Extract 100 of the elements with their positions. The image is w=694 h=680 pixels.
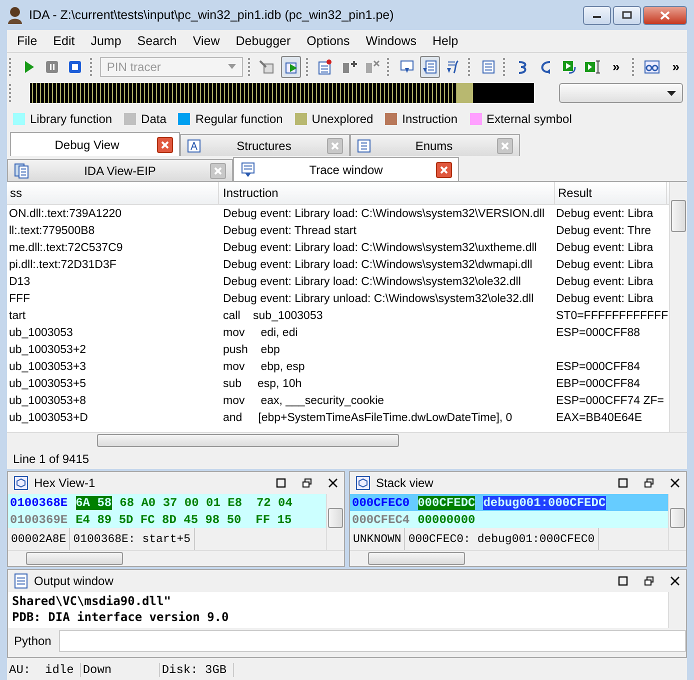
- menu-item[interactable]: File: [9, 34, 46, 48]
- menu-item[interactable]: View: [184, 34, 228, 48]
- maximize-button[interactable]: [613, 6, 641, 24]
- list-arrow-icon: [422, 58, 438, 74]
- table-cell-text: mov eax, ___security_cookie: [222, 394, 386, 406]
- tab[interactable]: IDA View-EIP: [7, 159, 233, 181]
- toolbar-button[interactable]: [280, 56, 301, 78]
- box-arrow-icon: [560, 58, 577, 74]
- menu-item[interactable]: Options: [298, 34, 358, 48]
- menu-item[interactable]: Help: [424, 34, 466, 48]
- hexagon-icon: [356, 476, 370, 490]
- close-icon[interactable]: [328, 478, 338, 488]
- segment-dropdown[interactable]: [559, 83, 683, 103]
- maximize-icon[interactable]: [618, 576, 628, 586]
- table-cell-text: Debug event: Library load: C:\Windows\system32\uxtheme.dll: [222, 242, 538, 254]
- status-field: Down: [80, 663, 160, 677]
- pinned-list-icon: [317, 58, 334, 74]
- vertical-scrollbar[interactable]: [668, 494, 686, 550]
- hex-bytes: E4 89 5D FC 8D 45 98 50 FF 15: [76, 512, 292, 526]
- stack-row[interactable]: 000CFEC4 00000000: [350, 511, 476, 528]
- legend-label: Data: [141, 112, 166, 126]
- panel-title: Hex View-1: [34, 476, 96, 490]
- table-cell-text: ESP=000CFF88: [555, 326, 642, 338]
- maximize-icon[interactable]: [618, 478, 628, 488]
- legend-label: External symbol: [486, 112, 572, 126]
- close-icon[interactable]: [670, 576, 680, 586]
- hexagon-icon: [14, 476, 28, 490]
- table-cell-text: and [ebp+SystemTimeAsFileTime.dwLowDateTime], 0: [222, 412, 514, 424]
- hex-address: 0100369E: [10, 512, 68, 526]
- vertical-scrollbar[interactable]: [668, 592, 686, 628]
- vertical-scrollbar[interactable]: [326, 494, 344, 550]
- menu-item[interactable]: Debugger: [228, 34, 299, 48]
- restore-icon[interactable]: [644, 576, 654, 586]
- column-header[interactable]: Instruction: [219, 182, 555, 204]
- table-cell-text: Debug event: Library load: C:\Windows\system32\ole32.dll: [222, 276, 522, 288]
- menu-item[interactable]: Windows: [358, 34, 424, 48]
- selected-row[interactable]: 000CFEC0 000CFEDC debug001:000CFEDC: [350, 494, 668, 511]
- column-header[interactable]: ss: [7, 182, 219, 204]
- table-cell-text: mov edi, edi: [222, 326, 299, 338]
- more-button[interactable]: »: [664, 56, 687, 78]
- horizontal-scrollbar[interactable]: [350, 550, 686, 566]
- document-icon: [14, 162, 30, 178]
- column-header[interactable]: Result: [555, 182, 667, 204]
- navigation-band[interactable]: [30, 83, 534, 103]
- menu-item[interactable]: Edit: [45, 34, 83, 48]
- table-cell-text: D13: [8, 276, 32, 288]
- close-icon: [161, 140, 169, 148]
- close-icon[interactable]: [670, 478, 680, 488]
- tab-close-button[interactable]: [436, 162, 452, 178]
- input-label: Python: [14, 634, 52, 648]
- table-cell-text: sub esp, 10h: [222, 378, 303, 390]
- menu-item[interactable]: Jump: [82, 34, 130, 48]
- table-cell-text: Debug event: Libra: [555, 276, 654, 288]
- table-cell-text: Debug event: Library load: C:\Windows\system32\dwmapi.dll: [222, 258, 534, 270]
- window-title: IDA - Z:\current\tests\input\pc_win32_pin1.idb (pc_win32_pin1.pe): [29, 8, 394, 22]
- restore-icon[interactable]: [644, 478, 654, 488]
- table-cell-text: Debug event: Libra: [555, 292, 654, 304]
- restore-icon[interactable]: [302, 478, 312, 488]
- table-cell-text: EAX=BB40E64E: [555, 412, 643, 424]
- stop-icon: [67, 58, 84, 74]
- panel-title: Stack view: [376, 476, 434, 490]
- table-cell-text: ub_1003053+2: [8, 344, 88, 356]
- document-icon: [14, 573, 28, 589]
- tab[interactable]: Debug View: [10, 132, 180, 156]
- table-cell-text: me.dll:.text:72C537C9: [8, 242, 124, 254]
- caret-icon: [667, 90, 676, 96]
- maximize-icon[interactable]: [276, 478, 286, 488]
- table-cell-text: call sub_1003053: [222, 310, 324, 322]
- menu-item[interactable]: Search: [129, 34, 185, 48]
- command-field[interactable]: [59, 630, 686, 652]
- structure-icon: [187, 138, 201, 152]
- table-cell-text: Debug event: Libra: [555, 258, 654, 270]
- tab[interactable]: Enums: [350, 134, 520, 156]
- table-cell: ST0=FFFFFFFFFFFF: [555, 310, 667, 322]
- close-icon: [214, 166, 222, 174]
- box-arrow-icon: [259, 58, 276, 74]
- table-cell-text: EBP=000CFF84: [555, 378, 642, 390]
- caret-icon: [228, 64, 236, 69]
- close-icon: [331, 142, 339, 150]
- table-cell-text: Debug event: Library load: C:\Windows\system32\VERSION.dll: [222, 208, 546, 220]
- table-cell-text: Debug event: Libra: [555, 208, 654, 220]
- glasses-icon: [644, 58, 660, 74]
- close-icon: [660, 10, 670, 20]
- pause-icon: [44, 58, 60, 74]
- tab[interactable]: Structures: [180, 134, 350, 156]
- function-arrow-icon: [444, 58, 461, 74]
- table-cell-text: ub_1003053+8: [8, 394, 88, 406]
- minimize-button[interactable]: [583, 6, 611, 24]
- window-arrow-icon: [398, 58, 415, 74]
- app-icon: [7, 6, 23, 24]
- tab[interactable]: Trace window: [233, 157, 459, 181]
- vertical-scrollbar[interactable]: [669, 182, 687, 432]
- close-button[interactable]: [643, 6, 687, 24]
- horizontal-scrollbar[interactable]: [7, 432, 687, 448]
- legend-label: Instruction: [402, 112, 458, 126]
- horizontal-scrollbar[interactable]: [8, 550, 344, 566]
- tab-close-button[interactable]: [157, 136, 173, 152]
- more-button[interactable]: »: [605, 56, 628, 78]
- toolbar-button[interactable]: [420, 56, 440, 78]
- connector-plus-icon: [340, 58, 357, 74]
